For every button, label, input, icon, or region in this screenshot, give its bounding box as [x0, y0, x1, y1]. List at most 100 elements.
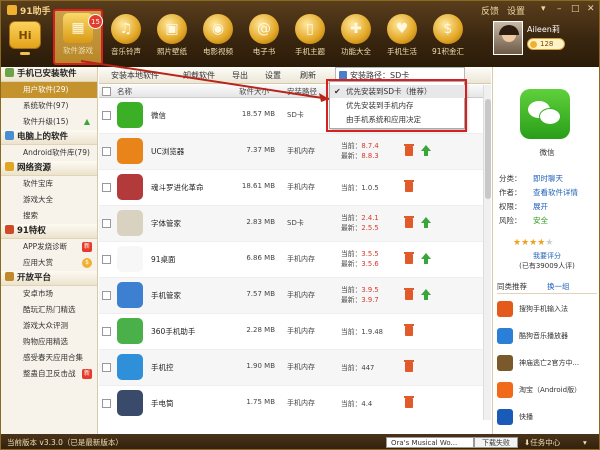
tab-music[interactable]: ♫ 音乐铃声	[103, 12, 149, 64]
sidebar-item[interactable]: 感受春天应用合集	[1, 350, 97, 366]
table-row[interactable]: UC浏览器 7.37 MB 手机内存 当前：8.7.4 最新：8.8.3	[99, 134, 483, 170]
delete-icon[interactable]	[404, 216, 414, 228]
sidebar-item[interactable]: 游戏大众评测	[1, 318, 97, 334]
tab-ebook[interactable]: @ 电子书	[241, 12, 287, 64]
sidebar-item[interactable]: APP发烧诊断 新	[1, 239, 97, 255]
minimize-icon[interactable]: –	[557, 4, 562, 14]
recommend-item[interactable]: 酷狗音乐播放器	[497, 326, 597, 346]
sidebar-item[interactable]: 软件宝库	[1, 176, 97, 192]
rate-link[interactable]: 我要评分	[493, 251, 599, 261]
row-checkbox[interactable]	[102, 183, 111, 192]
table-row[interactable]: 91桌面 6.86 MB 手机内存 当前：3.5.5 最新：3.5.6	[99, 242, 483, 278]
delete-icon[interactable]	[404, 144, 414, 156]
table-row[interactable]: 手电筒 1.75 MB 手机内存 当前：4.4	[99, 386, 483, 420]
sidebar-item[interactable]: 搜索	[1, 208, 97, 224]
toolbar-settings-button[interactable]: 设置	[265, 67, 281, 84]
star-icon[interactable]: ★	[521, 238, 529, 248]
download-task[interactable]: Ora's Musical Wo...	[386, 437, 474, 448]
sidebar-item[interactable]: Android软件库(79)	[1, 145, 97, 161]
install-path-option[interactable]: 由手机系统和应用决定	[330, 113, 466, 126]
tab-video[interactable]: ◉ 电影视频	[195, 12, 241, 64]
uninstall-button[interactable]: 卸载软件	[183, 67, 215, 84]
sidebar-section-title[interactable]: 开放平台	[1, 271, 97, 286]
row-checkbox[interactable]	[102, 147, 111, 156]
row-checkbox[interactable]	[102, 327, 111, 336]
sidebar-section-title[interactable]: 网络资源	[1, 161, 97, 176]
tab-photos[interactable]: ▣ 照片壁纸	[149, 12, 195, 64]
upgrade-icon[interactable]	[421, 253, 431, 264]
upgrade-icon[interactable]	[421, 145, 431, 156]
sidebar-item[interactable]: 软件升级(15) ▲	[1, 114, 97, 130]
row-checkbox[interactable]	[102, 399, 111, 408]
install-path-option[interactable]: ✔ 优先安装到SD卡（推荐）	[330, 85, 466, 98]
recommend-item[interactable]: 淘宝（Android版）	[497, 380, 597, 400]
feedback-button[interactable]: 反馈	[481, 4, 499, 17]
row-checkbox[interactable]	[102, 363, 111, 372]
sidebar-item[interactable]: 购物应用精选	[1, 334, 97, 350]
view-details-link[interactable]: 查看软件详情	[533, 187, 578, 198]
upgrade-icon[interactable]	[421, 289, 431, 300]
close-icon[interactable]: ✕	[587, 4, 595, 14]
refresh-button[interactable]: 刷新	[300, 67, 316, 84]
rating-stars[interactable]: ★★★★★	[513, 238, 553, 248]
table-row[interactable]: 360手机助手 2.28 MB 手机内存 当前：1.9.48	[99, 314, 483, 350]
delete-icon[interactable]	[404, 180, 414, 192]
list-scrollbar[interactable]	[483, 85, 491, 420]
delete-icon[interactable]	[404, 360, 414, 372]
sidebar-item[interactable]: 游戏大全	[1, 192, 97, 208]
column-size[interactable]: 软件大小	[239, 85, 269, 98]
tab-themes[interactable]: ▯ 手机主题	[287, 12, 333, 64]
user-card[interactable]: Aileen莉 128	[493, 21, 598, 61]
menu-icon[interactable]: ▾	[541, 4, 546, 14]
sidebar-item[interactable]: 酷玩汇热门精选	[1, 302, 97, 318]
column-name[interactable]: 名称	[117, 85, 132, 98]
star-icon[interactable]: ★	[513, 238, 521, 248]
recommend-item[interactable]: 搜狗手机输入法	[497, 299, 597, 319]
row-checkbox[interactable]	[102, 111, 111, 120]
tab-life[interactable]: ♥ 手机生活	[379, 12, 425, 64]
delete-icon[interactable]	[404, 324, 414, 336]
delete-icon[interactable]	[404, 252, 414, 264]
avatar[interactable]	[493, 21, 523, 55]
table-row[interactable]: 字体管家 2.83 MB SD卡 当前：2.4.1 最新：2.5.5	[99, 206, 483, 242]
category-link[interactable]: 即时聊天	[533, 173, 563, 184]
sidebar-section-title[interactable]: 电脑上的软件	[1, 130, 97, 145]
sidebar-item[interactable]: 用户软件(29)	[1, 82, 97, 98]
sidebar-section-title[interactable]: 手机已安装软件	[1, 67, 97, 82]
install-path-option[interactable]: 优先安装到手机内存	[330, 99, 466, 112]
task-center-button[interactable]: ⬇任务中心	[524, 434, 560, 449]
expand-permissions-link[interactable]: 展开	[533, 201, 548, 212]
row-checkbox[interactable]	[102, 255, 111, 264]
tab-coins[interactable]: $91积金汇	[425, 12, 471, 64]
scrollbar-thumb[interactable]	[485, 99, 491, 199]
sidebar-item[interactable]: 安卓市场	[1, 286, 97, 302]
delete-icon[interactable]	[404, 396, 414, 408]
install-local-button[interactable]: 安装本地软件	[111, 67, 159, 84]
sidebar-item[interactable]: 应用大赏 $	[1, 255, 97, 271]
recommend-item[interactable]: 神庙逃亡2官方中...	[497, 353, 597, 373]
delete-icon[interactable]	[404, 288, 414, 300]
row-checkbox[interactable]	[102, 219, 111, 228]
task-center-menu-icon[interactable]: ▾	[583, 434, 587, 449]
export-button[interactable]: 导出	[232, 67, 248, 84]
recommend-item[interactable]: 快播	[497, 407, 597, 427]
maximize-icon[interactable]: □	[571, 4, 580, 14]
download-fail-status[interactable]: 下载失败	[474, 437, 518, 448]
upgrade-icon[interactable]	[421, 217, 431, 228]
star-icon[interactable]: ★	[545, 238, 553, 248]
sidebar-section-title[interactable]: 91特权	[1, 224, 97, 239]
sidebar-item[interactable]: 整蛊自卫反击战新	[1, 366, 97, 382]
hi-button[interactable]: Hi	[9, 21, 41, 55]
app-name: 微信	[151, 111, 166, 120]
row-checkbox[interactable]	[102, 291, 111, 300]
settings-button[interactable]: 设置	[507, 4, 525, 17]
change-group-link[interactable]: 换一组	[547, 281, 570, 292]
select-all-checkbox[interactable]	[102, 87, 111, 96]
tab-tools[interactable]: ✚ 功能大全	[333, 12, 379, 64]
table-row[interactable]: 手机管家 7.57 MB 手机内存 当前：3.9.5 最新：3.9.7	[99, 278, 483, 314]
column-location[interactable]: 安装路径	[287, 85, 317, 98]
table-row[interactable]: 手机控 1.90 MB 手机内存 当前：447	[99, 350, 483, 386]
table-row[interactable]: 魂斗罗进化革命 18.61 MB 手机内存 当前：1.0.5	[99, 170, 483, 206]
sidebar-item[interactable]: 系统软件(97)	[1, 98, 97, 114]
tab-apps-games[interactable]: ▦ 软件游戏 15	[53, 9, 103, 65]
